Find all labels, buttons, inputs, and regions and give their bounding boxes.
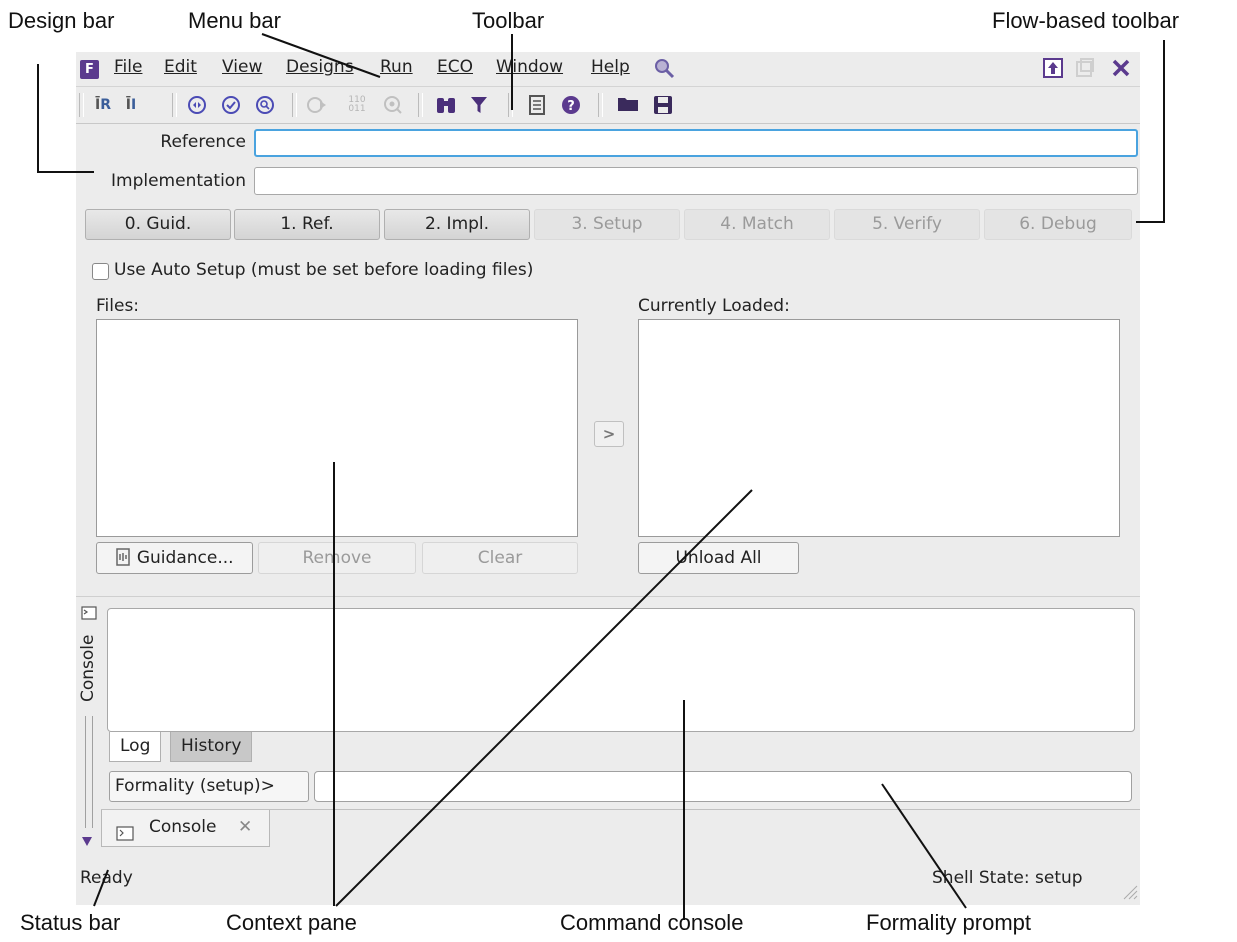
- menu-file-label: File: [114, 57, 143, 77]
- toolbar-separator: [508, 93, 513, 117]
- files-label: Files:: [96, 296, 140, 316]
- guidance-button-label: Guidance...: [136, 548, 234, 568]
- tab-history[interactable]: History: [170, 732, 253, 762]
- tab-log[interactable]: Log: [109, 732, 162, 762]
- flow-step-debug[interactable]: 6. Debug: [984, 209, 1132, 240]
- callout-status-bar: Status bar: [20, 910, 121, 935]
- menu-eco[interactable]: ECO: [437, 57, 473, 77]
- menu-window-label: Window: [496, 57, 564, 77]
- console-dock-icon[interactable]: [81, 605, 97, 624]
- open-folder-icon[interactable]: [616, 95, 640, 115]
- save-icon[interactable]: [652, 95, 674, 115]
- console-tab[interactable]: Console ✕: [101, 810, 270, 847]
- undock-icon[interactable]: [1042, 57, 1064, 83]
- collapse-arrow-icon[interactable]: [81, 832, 93, 851]
- callout-formality-prompt: Formality prompt: [866, 910, 1032, 935]
- implementation-design-icon[interactable]: ĪI: [120, 95, 142, 115]
- flow-step-implementation[interactable]: 2. Impl.: [384, 209, 530, 240]
- callout-context-pane: Context pane: [226, 910, 357, 935]
- callout-design-bar: Design bar: [8, 8, 115, 33]
- menu-eco-label: ECO: [437, 57, 473, 77]
- remove-button[interactable]: Remove: [258, 542, 416, 574]
- menu-designs-label: Designs: [286, 57, 354, 77]
- console-side-label: Console: [78, 634, 98, 703]
- clear-button[interactable]: Clear: [422, 542, 578, 574]
- leader-flow-toolbar: [1136, 40, 1165, 223]
- restore-icon[interactable]: [1074, 57, 1096, 83]
- run-script-icon[interactable]: [306, 95, 328, 115]
- callout-flow-toolbar: Flow-based toolbar: [992, 8, 1180, 33]
- menu-view[interactable]: View: [222, 57, 262, 77]
- toolbar-separator: [418, 93, 423, 117]
- callout-command-console: Command console: [560, 910, 744, 935]
- filter-icon[interactable]: [468, 95, 490, 115]
- menu-edit[interactable]: Edit: [164, 57, 197, 77]
- toolbar-separator: [79, 93, 84, 117]
- flow-step-reference[interactable]: 1. Ref.: [234, 209, 380, 240]
- verify-icon[interactable]: [220, 95, 242, 115]
- shell-state: Shell State: setup: [932, 868, 1083, 888]
- auto-setup-label: Use Auto Setup (must be set before loadi…: [114, 260, 534, 280]
- menu-file[interactable]: File: [114, 57, 142, 77]
- menu-help[interactable]: Help: [591, 57, 630, 77]
- status-text: Ready: [80, 868, 133, 888]
- toolbar-separator: [172, 93, 177, 117]
- menu-help-label: Help: [591, 57, 630, 77]
- menu-window[interactable]: Window: [496, 57, 563, 77]
- currently-loaded-label: Currently Loaded:: [638, 296, 790, 316]
- reference-label: Reference: [160, 132, 246, 152]
- load-arrow-button[interactable]: >: [594, 421, 624, 447]
- guidance-icon: [115, 548, 136, 568]
- console-log[interactable]: [107, 608, 1135, 732]
- auto-setup-checkbox[interactable]: [92, 263, 109, 280]
- files-list[interactable]: [96, 319, 578, 537]
- toolbar: ĪR ĪI 110 011 ?: [76, 87, 1140, 124]
- compare-icon[interactable]: [186, 95, 208, 115]
- menu-run-label: Run: [380, 57, 413, 77]
- flow-step-guidance[interactable]: 0. Guid.: [85, 209, 231, 240]
- menu-run[interactable]: Run: [380, 57, 413, 77]
- formality-prompt-label: Formality (setup)>: [109, 771, 309, 802]
- debug-search-icon[interactable]: [254, 95, 276, 115]
- toolbar-separator: [292, 93, 297, 117]
- flow-step-verify[interactable]: 5. Verify: [834, 209, 980, 240]
- menu-view-label: View: [222, 57, 263, 77]
- menu-bar: F File Edit View Designs Run ECO Window …: [76, 52, 1140, 87]
- flow-step-setup[interactable]: 3. Setup: [534, 209, 680, 240]
- binary-icon[interactable]: 110 011: [344, 95, 370, 116]
- close-icon[interactable]: [1110, 57, 1132, 83]
- implementation-label: Implementation: [111, 171, 246, 191]
- formality-window: F File Edit View Designs Run ECO Window …: [76, 52, 1140, 905]
- unload-all-button[interactable]: Unload All: [638, 542, 799, 574]
- currently-loaded-list[interactable]: [638, 319, 1120, 537]
- callout-menu-bar: Menu bar: [188, 8, 281, 33]
- reference-field[interactable]: [254, 129, 1138, 157]
- search-icon[interactable]: [652, 56, 676, 84]
- reference-design-icon[interactable]: ĪR: [90, 95, 116, 115]
- svg-text:?: ?: [567, 99, 575, 114]
- resize-grip-icon[interactable]: [1120, 882, 1138, 904]
- callout-toolbar: Toolbar: [472, 8, 545, 33]
- zoom-icon[interactable]: [382, 95, 404, 115]
- console-resize-grip[interactable]: [85, 716, 93, 828]
- flow-step-match[interactable]: 4. Match: [684, 209, 830, 240]
- console-tab-close-icon[interactable]: ✕: [238, 810, 252, 844]
- guidance-button[interactable]: Guidance...: [96, 542, 253, 574]
- app-logo-icon: F: [80, 60, 99, 79]
- implementation-field[interactable]: [254, 167, 1138, 195]
- help-icon[interactable]: ?: [560, 95, 582, 115]
- console-tab-label: Console: [149, 817, 217, 837]
- menu-edit-label: Edit: [164, 57, 197, 77]
- console-tab-icon: [116, 819, 134, 853]
- toolbar-separator: [598, 93, 603, 117]
- command-input[interactable]: [314, 771, 1132, 802]
- menu-designs[interactable]: Designs: [286, 57, 354, 77]
- binoculars-icon[interactable]: [434, 95, 458, 115]
- pane-divider: [76, 596, 1140, 597]
- document-icon[interactable]: [526, 95, 548, 115]
